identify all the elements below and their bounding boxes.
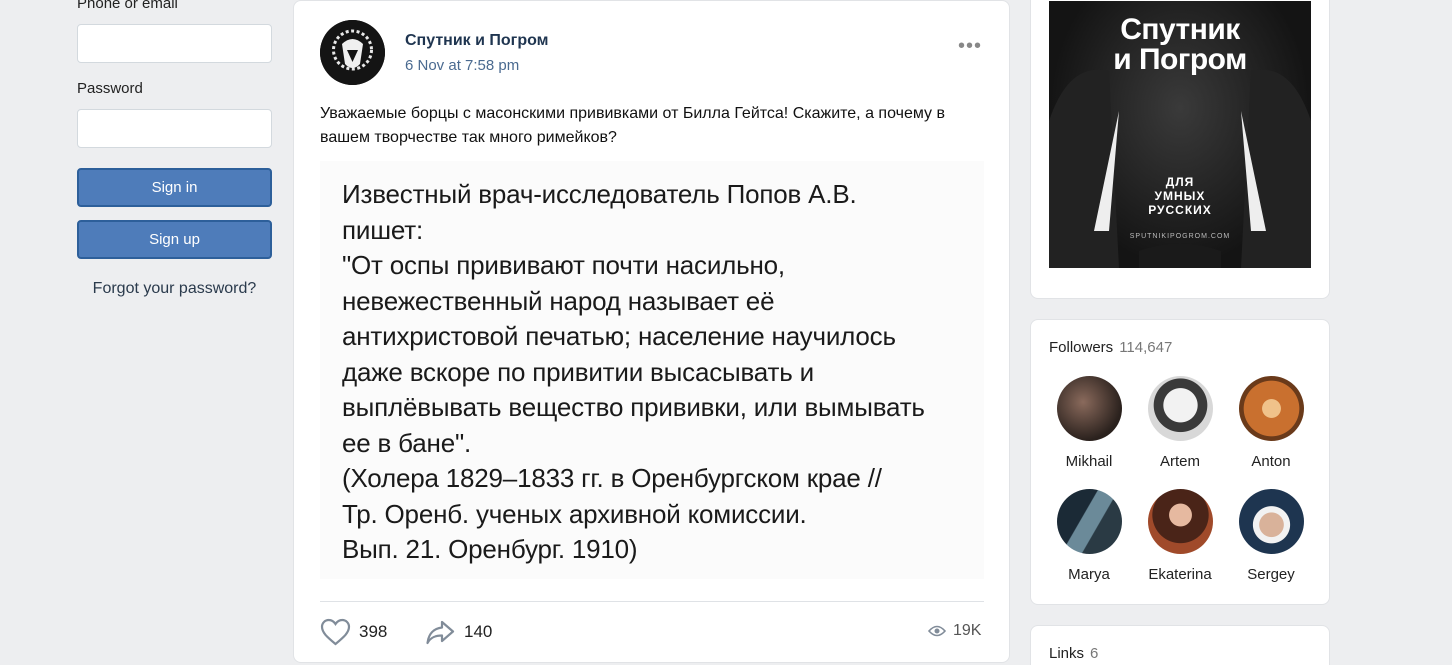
followers-header[interactable]: Followers 114,647 [1049, 339, 1172, 356]
sign-in-button[interactable]: Sign in [77, 168, 272, 207]
share-count: 140 [464, 622, 493, 641]
follower-name: Anton [1251, 453, 1291, 470]
community-avatar[interactable] [320, 20, 385, 85]
sign-up-button[interactable]: Sign up [77, 220, 272, 259]
cover-title-line: Спутник [1120, 13, 1240, 46]
follower-name: Artem [1159, 453, 1200, 470]
follower-item[interactable]: Marya [1049, 489, 1129, 583]
image-text-line: даже вскоре по привитии высасывать и [342, 356, 814, 387]
cover-subtitle-line: РУССКИХ [1148, 203, 1212, 217]
followers-label: Followers [1049, 339, 1114, 356]
follower-name: Ekaterina [1148, 566, 1212, 583]
follower-avatar [1238, 376, 1304, 441]
follower-item[interactable]: Mikhail [1049, 376, 1129, 470]
community-logo-icon [320, 20, 385, 85]
follower-avatar [1056, 489, 1122, 554]
follower-avatar [1238, 489, 1304, 554]
cover-subtitle-line: ДЛЯ [1165, 175, 1195, 189]
links-label: Links [1049, 645, 1085, 662]
image-text-line: Известный врач-исследователь Попов А.В. [342, 179, 857, 209]
phone-label: Phone or email [77, 0, 178, 12]
follower-item[interactable]: Anton [1231, 376, 1311, 470]
share-button[interactable]: 140 [425, 618, 492, 646]
cover-subtitle-line: УМНЫХ [1154, 189, 1206, 203]
image-text-line: "От оспы прививают почти насильно, [342, 250, 785, 280]
phone-email-input[interactable] [77, 24, 272, 63]
post-author[interactable]: Спутник и Погром [405, 32, 549, 50]
cover-title: Спутник и Погром [1049, 15, 1311, 75]
image-text-line: Тр. Оренб. ученых архивной комиссии. [342, 498, 807, 529]
post-text: Уважаемые борцы с масонскими прививками … [320, 105, 945, 146]
image-text-line: антихристовой печатью; население научило… [342, 321, 896, 351]
follower-name: Mikhail [1065, 453, 1113, 470]
links-header[interactable]: Links 6 [1049, 645, 1098, 662]
image-text-line: невежественный народ называет её [342, 285, 775, 316]
heart-icon [320, 618, 351, 646]
like-count: 398 [359, 622, 388, 641]
post-image[interactable]: Известный врач-исследователь Попов А.В. … [320, 161, 984, 579]
follower-avatar [1147, 489, 1213, 554]
links-count: 6 [1090, 645, 1099, 662]
community-cover-card: Спутник и Погром ДЛЯ УМНЫХ РУССКИХ SPUTN… [1030, 0, 1330, 299]
image-text-line: ее в бане". [342, 427, 472, 458]
followers-count: 114,647 [1119, 339, 1173, 356]
image-text-line: пишет: [342, 214, 423, 245]
follower-item[interactable]: Artem [1140, 376, 1220, 470]
image-text-line: (Холера 1829–1833 гг. в Оренбургском кра… [342, 463, 882, 493]
cover-title-line: и Погром [1113, 43, 1247, 76]
eye-icon [928, 625, 946, 637]
follower-avatar [1056, 376, 1122, 441]
post-divider [320, 601, 984, 602]
links-card: Links 6 [1030, 625, 1330, 665]
post-date[interactable]: 6 Nov at 7:58 pm [405, 57, 519, 74]
share-arrow-icon [426, 620, 455, 645]
follower-item[interactable]: Ekaterina [1140, 489, 1220, 583]
follower-item[interactable]: Sergey [1231, 489, 1311, 583]
follower-name: Marya [1068, 566, 1110, 583]
image-text-line: Вып. 21. Оренбург. 1910) [342, 534, 638, 564]
community-cover-image[interactable]: Спутник и Погром ДЛЯ УМНЫХ РУССКИХ SPUTN… [1049, 1, 1311, 268]
followers-card: Followers 114,647 Mikhail Artem Anton Mar… [1030, 319, 1330, 605]
views-count: 19K [953, 622, 982, 639]
password-input[interactable] [77, 109, 272, 148]
follower-name: Sergey [1247, 566, 1295, 583]
cover-url: SPUTNIKIPOGROM.COM [1129, 233, 1231, 240]
like-button[interactable]: 398 [320, 618, 387, 646]
forgot-password-link[interactable]: Forgot your password? [77, 280, 272, 298]
post-card: Спутник и Погром 6 Nov at 7:58 pm ••• Ув… [293, 0, 1010, 663]
password-label: Password [77, 80, 143, 97]
more-dots-icon[interactable]: ••• [958, 35, 982, 58]
views-counter: 19K [928, 622, 981, 640]
follower-avatar [1147, 376, 1213, 441]
cover-subtitle: ДЛЯ УМНЫХ РУССКИХ [1049, 175, 1311, 217]
image-text-line: выплёвывать вещество прививки, или вымыв… [342, 392, 925, 422]
